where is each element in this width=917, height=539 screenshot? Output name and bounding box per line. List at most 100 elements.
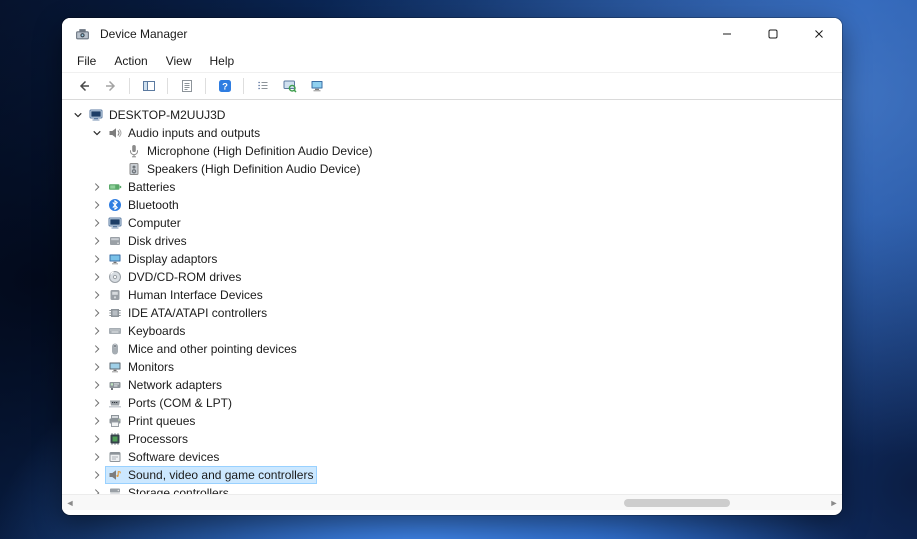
chevron-right-icon[interactable] [89,323,105,339]
horizontal-scrollbar[interactable]: ◄ ► [62,494,842,510]
scrollbar-thumb[interactable] [624,499,730,507]
tree-item-content[interactable]: Disk drives [105,232,191,250]
menu-item-help[interactable]: Help [201,51,244,71]
tree-item-label: Keyboards [128,324,186,338]
scroll-left-icon[interactable]: ◄ [62,495,78,511]
tree-item-audio-inputs-and-outputs[interactable]: Audio inputs and outputs [62,124,842,142]
menu-item-file[interactable]: File [68,51,105,71]
tree-item-content[interactable]: Speakers (High Definition Audio Device) [124,160,364,178]
console-tree-button[interactable] [135,75,162,98]
tree-item-content[interactable]: Sound, video and game controllers [105,466,318,484]
tree-item-processors[interactable]: Processors [62,430,842,448]
chevron-right-icon[interactable] [89,305,105,321]
help-button[interactable]: ? [211,75,238,98]
scan-hardware-changes-button[interactable] [276,75,303,98]
chevron-right-icon[interactable] [89,413,105,429]
tree-item-human-interface-devices[interactable]: Human Interface Devices [62,286,842,304]
tree-item-label: Computer [128,216,181,230]
storage-icon [107,486,123,494]
tree-item-content[interactable]: IDE ATA/ATAPI controllers [105,304,271,322]
chevron-down-icon[interactable] [89,125,105,141]
tree-item-storage-controllers[interactable]: Storage controllers [62,484,842,494]
tree-item-monitors[interactable]: Monitors [62,358,842,376]
tree-item-label: Batteries [128,180,176,194]
tree-item-label: Ports (COM & LPT) [128,396,233,410]
tree-item-content[interactable]: Batteries [105,178,179,196]
chevron-right-icon[interactable] [89,341,105,357]
tree-item-sound-video-and-game-controllers[interactable]: Sound, video and game controllers [62,466,842,484]
printer-icon [107,414,123,429]
tree-item-disk-drives[interactable]: Disk drives [62,232,842,250]
chevron-right-icon[interactable] [89,197,105,213]
scroll-right-icon[interactable]: ► [826,495,842,511]
tree-item-ports-com-lpt[interactable]: Ports (COM & LPT) [62,394,842,412]
tree-item-computer[interactable]: Computer [62,214,842,232]
tree-item-print-queues[interactable]: Print queues [62,412,842,430]
chevron-right-icon[interactable] [89,287,105,303]
tree-item-content[interactable]: Human Interface Devices [105,286,267,304]
devices-view-button[interactable] [303,75,330,98]
title-bar[interactable]: Device Manager [62,18,842,50]
tree-item-content[interactable]: Ports (COM & LPT) [105,394,236,412]
export-list-button[interactable] [249,75,276,98]
tree-item-label: Storage controllers [128,486,229,494]
chevron-right-icon[interactable] [89,251,105,267]
tree-item-content[interactable]: DESKTOP-M2UUJ3D [86,106,229,124]
tree-item-ide-ata-atapi-controllers[interactable]: IDE ATA/ATAPI controllers [62,304,842,322]
chevron-right-icon[interactable] [89,215,105,231]
chevron-right-icon[interactable] [89,179,105,195]
tree-item-desktop-m2uuj3d[interactable]: DESKTOP-M2UUJ3D [62,106,842,124]
menu-item-view[interactable]: View [157,51,201,71]
chevron-right-icon[interactable] [89,233,105,249]
tree-item-mice-and-other-pointing-devices[interactable]: Mice and other pointing devices [62,340,842,358]
maximize-button[interactable] [750,18,796,50]
tree-item-label: Monitors [128,360,175,374]
tree-item-content[interactable]: Keyboards [105,322,189,340]
tree-item-content[interactable]: Audio inputs and outputs [105,124,264,142]
software-icon [107,450,123,465]
tree-item-content[interactable]: Software devices [105,448,223,466]
tree-item-label: Speakers (High Definition Audio Device) [147,162,361,176]
chevron-right-icon[interactable] [89,395,105,411]
tree-item-content[interactable]: Storage controllers [105,484,233,494]
forward-button[interactable] [97,75,124,98]
chevron-right-icon[interactable] [89,377,105,393]
chevron-right-icon[interactable] [89,467,105,483]
tree-item-speakers-high-definition-audio-device[interactable]: Speakers (High Definition Audio Device) [62,160,842,178]
computer-icon [107,216,123,231]
mouse-icon [107,342,123,357]
tree-item-display-adaptors[interactable]: Display adaptors [62,250,842,268]
tree-item-label: Print queues [128,414,196,428]
menu-item-action[interactable]: Action [105,51,156,71]
chevron-right-icon[interactable] [89,431,105,447]
properties-button[interactable] [173,75,200,98]
tree-item-content[interactable]: Network adapters [105,376,226,394]
tree-item-network-adapters[interactable]: Network adapters [62,376,842,394]
tree-item-label: Mice and other pointing devices [128,342,297,356]
tree-item-content[interactable]: Monitors [105,358,178,376]
tree-item-software-devices[interactable]: Software devices [62,448,842,466]
tree-item-microphone-high-definition-audio-device[interactable]: Microphone (High Definition Audio Device… [62,142,842,160]
back-button[interactable] [70,75,97,98]
tree-item-dvd-cd-rom-drives[interactable]: DVD/CD-ROM drives [62,268,842,286]
chevron-right-icon[interactable] [89,269,105,285]
chevron-right-icon[interactable] [89,359,105,375]
tree-item-keyboards[interactable]: Keyboards [62,322,842,340]
tree-item-content[interactable]: Microphone (High Definition Audio Device… [124,142,376,160]
tree-item-bluetooth[interactable]: Bluetooth [62,196,842,214]
tree-item-content[interactable]: Display adaptors [105,250,221,268]
tree-item-content[interactable]: Computer [105,214,185,232]
tree-item-content[interactable]: DVD/CD-ROM drives [105,268,245,286]
tree-item-content[interactable]: Processors [105,430,192,448]
tree-item-content[interactable]: Print queues [105,412,199,430]
chevron-right-icon[interactable] [89,449,105,465]
tree-item-content[interactable]: Mice and other pointing devices [105,340,301,358]
tree-item-content[interactable]: Bluetooth [105,196,183,214]
toolbar: ? [62,73,842,100]
chevron-right-icon[interactable] [89,485,105,494]
minimize-button[interactable] [704,18,750,50]
battery-icon [107,180,123,195]
chevron-down-icon[interactable] [70,107,86,123]
tree-item-batteries[interactable]: Batteries [62,178,842,196]
close-button[interactable] [796,18,842,50]
